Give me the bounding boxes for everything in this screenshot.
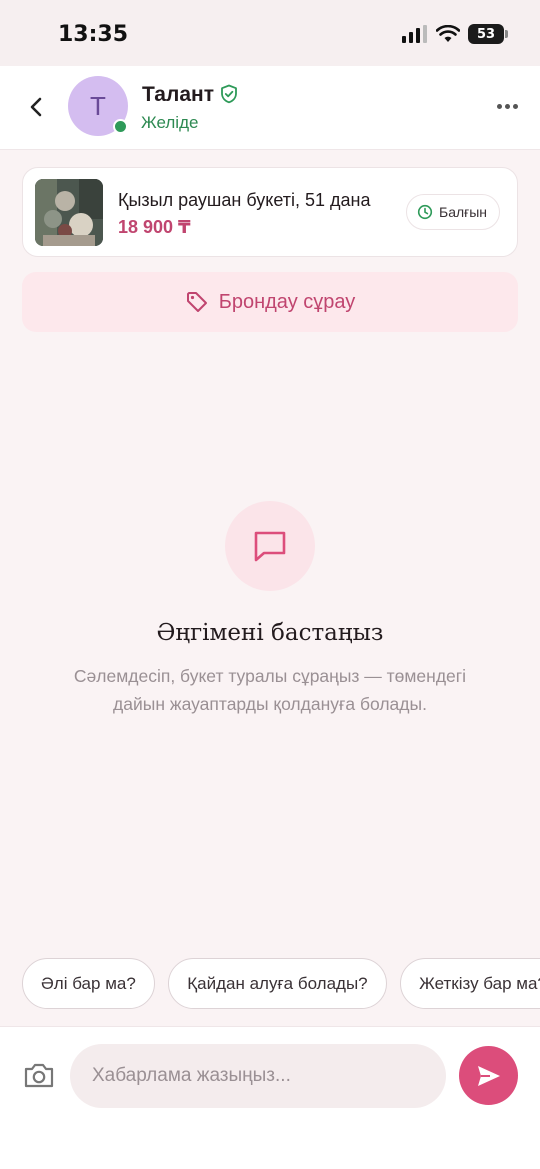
signal-icon bbox=[402, 25, 427, 43]
freshness-badge: Балғын bbox=[406, 194, 501, 230]
booking-request-label: Брондау сұрау bbox=[218, 290, 356, 313]
seller-online-status: Желіде bbox=[141, 113, 199, 132]
empty-state-description: Сәлемдесіп, букет туралы сұраңыз — төмен… bbox=[73, 666, 467, 714]
chat-bubble-icon bbox=[254, 531, 286, 562]
chevron-left-icon bbox=[30, 97, 42, 117]
wifi-icon bbox=[436, 25, 460, 42]
verified-shield-icon bbox=[221, 84, 237, 104]
dot-icon bbox=[512, 103, 518, 109]
status-bar: 13:35 53 bbox=[0, 0, 540, 66]
product-price: 18 900 ₸ bbox=[118, 217, 191, 237]
status-time: 13:35 bbox=[58, 22, 129, 47]
more-options-button[interactable] bbox=[492, 94, 522, 118]
freshness-label: Балғын bbox=[439, 204, 488, 220]
send-button[interactable] bbox=[459, 1046, 518, 1105]
product-title: Қызыл раушан букеті, 51 дана bbox=[118, 190, 371, 210]
quick-reply-chip[interactable]: Әлі бар ма? bbox=[22, 958, 155, 1009]
product-thumbnail bbox=[35, 179, 103, 246]
message-input[interactable] bbox=[70, 1044, 446, 1108]
empty-state-title: Әңгімені бастаңыз bbox=[156, 620, 384, 646]
bouquet-photo-icon bbox=[35, 179, 103, 246]
avatar-letter: Т bbox=[90, 90, 106, 121]
tag-icon bbox=[186, 292, 207, 312]
quick-replies: Әлі бар ма? Қайдан алуға болады? Жеткізу… bbox=[22, 958, 540, 1010]
empty-state-icon-wrapper bbox=[225, 501, 315, 591]
online-indicator bbox=[113, 119, 128, 134]
dot-icon bbox=[496, 103, 502, 109]
battery-icon: 53 bbox=[468, 24, 508, 44]
camera-icon bbox=[24, 1063, 54, 1088]
seller-name[interactable]: Талант bbox=[142, 83, 214, 107]
quick-reply-chip[interactable]: Қайдан алуға болады? bbox=[168, 958, 387, 1009]
chat-header: Т Талант Желіде bbox=[0, 66, 540, 150]
dot-icon bbox=[504, 103, 510, 109]
message-composer bbox=[0, 1026, 540, 1169]
battery-level: 53 bbox=[476, 26, 496, 42]
back-button[interactable] bbox=[22, 92, 50, 122]
status-icons: 53 bbox=[402, 24, 508, 44]
avatar[interactable]: Т bbox=[68, 76, 128, 136]
clock-icon bbox=[417, 204, 433, 220]
quick-reply-chip[interactable]: Жеткізу бар ма? bbox=[400, 958, 540, 1009]
product-card[interactable]: Қызыл раушан букеті, 51 дана 18 900 ₸ Ба… bbox=[22, 167, 518, 257]
send-icon bbox=[477, 1065, 500, 1086]
booking-request-button[interactable]: Брондау сұрау bbox=[22, 272, 518, 332]
camera-button[interactable] bbox=[23, 1061, 55, 1089]
